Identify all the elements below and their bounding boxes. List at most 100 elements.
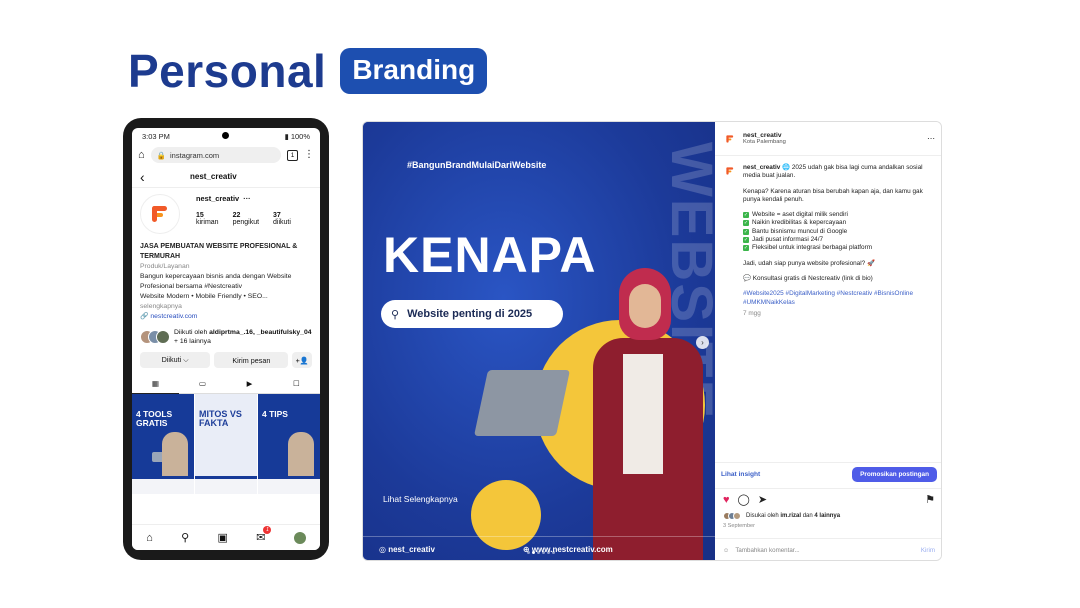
caption-hashtags[interactable]: #Website2025 #DigitalMarketing #Nestcrea… xyxy=(743,290,935,307)
avatar[interactable] xyxy=(140,194,180,234)
following-stat[interactable]: 37 diikuti xyxy=(273,212,291,226)
home-icon[interactable]: ⌂ xyxy=(138,149,145,161)
bio-website-link[interactable]: 🔗 nestcreativ.com xyxy=(140,312,312,322)
grid-post[interactable] xyxy=(195,476,257,494)
bookmark-icon[interactable]: ⚑ xyxy=(925,493,935,506)
message-button[interactable]: Kirim pesan xyxy=(214,352,289,368)
home-nav-icon[interactable]: ⌂ xyxy=(146,532,153,544)
profile-tabs: ▦ ▭ ▶ ☐ xyxy=(132,374,320,394)
view-insights-link[interactable]: Lihat insight xyxy=(721,471,760,478)
send-comment-button[interactable]: Kirim xyxy=(921,547,935,554)
more-options-icon[interactable]: ··· xyxy=(243,194,250,203)
bottom-nav: ⌂ ⚲ ▣ ✉ 1 xyxy=(132,524,320,550)
check-icon: ✓ xyxy=(743,212,749,219)
check-item: ✓ Naikin kredibilitas & kepercayaan xyxy=(743,219,847,227)
brand-logo-icon xyxy=(726,167,734,175)
check-icon: ✓ xyxy=(743,220,749,227)
caption-avatar[interactable] xyxy=(723,164,737,178)
profile-stats: 15 kiriman 22 pengikut 37 diikuti xyxy=(196,212,291,226)
check-icon: ✓ xyxy=(743,245,749,252)
more-options-icon[interactable]: ⋯ xyxy=(927,134,935,143)
messages-icon[interactable]: ✉ 1 xyxy=(256,526,272,544)
person-image xyxy=(162,432,188,476)
search-icon: ⚲ xyxy=(391,308,400,321)
check-icon: ✓ xyxy=(743,237,749,244)
comment-bar: ☺ Tambahkan komentar... Kirim xyxy=(715,538,941,560)
avatar xyxy=(733,512,741,520)
post-header: nest_creativ Kota Palembang ⋯ xyxy=(715,122,941,156)
emoji-icon[interactable]: ☺ xyxy=(723,547,729,554)
feed-icon: ▭ xyxy=(199,379,206,388)
post-time-ago: 7 mgg xyxy=(743,309,761,317)
more-menu-icon[interactable]: ⋮ xyxy=(304,150,314,160)
share-icon[interactable]: ➤ xyxy=(758,493,767,506)
caption-cta: 💬 Konsultasi gratis di Nestcreativ (link… xyxy=(743,274,873,282)
tabs-button[interactable]: 1 xyxy=(287,149,298,161)
phone-mockup: 3:03 PM ▮ 100% ⌂ 🔒 instagram.com 1 ⋮ ‹ n… xyxy=(123,118,329,560)
add-user-button[interactable]: +👤 xyxy=(292,352,312,368)
profile-header: ‹ nest_creativ xyxy=(132,166,320,188)
post-actions: ♥ ◯ ➤ ⚑ xyxy=(715,488,941,510)
like-icon[interactable]: ♥ xyxy=(723,494,730,506)
grid-post[interactable] xyxy=(132,476,194,494)
promote-post-button[interactable]: Promosikan postingan xyxy=(852,467,937,482)
tab-feed[interactable]: ▭ xyxy=(179,374,226,394)
next-arrow-icon[interactable]: › xyxy=(696,336,709,349)
comment-input[interactable]: Tambahkan komentar... xyxy=(735,547,799,554)
status-battery: ▮ 100% xyxy=(284,131,310,141)
brand-logo-icon xyxy=(152,206,167,222)
bio-line-2: Website Modern • Mobile Friendly • SEO..… xyxy=(140,293,268,300)
tab-tagged[interactable]: ☐ xyxy=(273,374,320,394)
woman-illustration xyxy=(583,268,703,560)
post-date: 3 September xyxy=(723,523,756,529)
lock-icon: 🔒 xyxy=(156,150,166,160)
profile-nav-avatar[interactable] xyxy=(293,531,306,544)
tab-reels[interactable]: ▶ xyxy=(226,374,273,394)
account-logo[interactable] xyxy=(723,131,737,146)
grid-post[interactable]: 4 TOOLS GRATIS xyxy=(132,394,194,476)
status-bar: 3:03 PM ▮ 100% xyxy=(132,128,320,144)
posts-stat[interactable]: 15 kiriman xyxy=(196,212,219,226)
reels-nav-icon[interactable]: ▣ xyxy=(218,531,228,544)
notification-badge: 1 xyxy=(263,526,272,534)
followed-by[interactable]: Diikuti oleh aldiprtma_.16, _beautifulsk… xyxy=(132,322,320,346)
phone-screen: 3:03 PM ▮ 100% ⌂ 🔒 instagram.com 1 ⋮ ‹ n… xyxy=(132,128,320,550)
post-account-name[interactable]: nest_creativ xyxy=(743,132,786,139)
heading-title: Personal xyxy=(128,45,327,97)
image-search-pill: ⚲ Website penting di 2025 xyxy=(381,300,563,328)
url-field[interactable]: 🔒 instagram.com xyxy=(150,147,281,163)
profile-summary: nest_creativ ··· 15 kiriman 22 pengikut 37… xyxy=(132,188,320,242)
post-side-panel: nest_creativ Kota Palembang ⋯ nest_creat… xyxy=(715,122,941,560)
footer-url: ⊕ www.nestcreativ.com xyxy=(522,545,613,554)
camera-icon xyxy=(222,132,229,139)
post-caption: nest_creativ 🌐 2025 udah gak bisa lagi c… xyxy=(715,156,941,318)
search-icon[interactable]: ⚲ xyxy=(181,531,189,544)
caption-ask: Jadi, udah siap punya website profesiona… xyxy=(743,259,875,267)
comment-icon[interactable]: ◯ xyxy=(738,493,750,506)
post-image[interactable]: WEBSITE #BangunBrandMulaiDariWebsite KEN… xyxy=(363,122,715,560)
bio-title: JASA PEMBUATAN WEBSITE PROFESIONAL & TER… xyxy=(140,243,298,260)
heading: Personal Branding xyxy=(128,44,488,98)
bio-more-link[interactable]: selengkapnya xyxy=(140,302,312,312)
bio-line-1: Bangun kepercayaan bisnis anda dengan We… xyxy=(140,273,292,290)
check-icon: ✓ xyxy=(743,228,749,235)
footer-handle: ◎ nest_creativ xyxy=(379,545,435,554)
post-location[interactable]: Kota Palembang xyxy=(743,139,786,145)
grid-post-title: MITOS VS FAKTA xyxy=(199,409,242,428)
url-text: instagram.com xyxy=(170,150,220,160)
tab-grid[interactable]: ▦ xyxy=(132,374,179,394)
post-grid: 4 TOOLS GRATIS MITOS VS FAKTA 4 TIPS xyxy=(132,394,320,476)
liker-avatars xyxy=(723,512,741,520)
following-button[interactable]: Diikuti ⌵ xyxy=(140,352,211,368)
grid-post[interactable]: 4 TIPS xyxy=(258,394,320,476)
grid-post[interactable]: MITOS VS FAKTA xyxy=(195,394,257,476)
followers-stat[interactable]: 22 pengikut xyxy=(233,212,259,226)
bio-category: Produk/Layanan xyxy=(140,263,190,270)
grid-post-title: 4 TOOLS GRATIS xyxy=(136,409,173,428)
grid-post[interactable] xyxy=(258,476,320,494)
likes-summary[interactable]: Disukai oleh im.rizal dan 4 lainnya xyxy=(723,512,840,520)
back-icon[interactable]: ‹ xyxy=(140,169,190,185)
check-item: ✓ Jadi pusat informasi 24/7 xyxy=(743,236,824,244)
person-image xyxy=(288,432,314,476)
profile-bio: JASA PEMBUATAN WEBSITE PROFESIONAL & TER… xyxy=(132,242,320,322)
